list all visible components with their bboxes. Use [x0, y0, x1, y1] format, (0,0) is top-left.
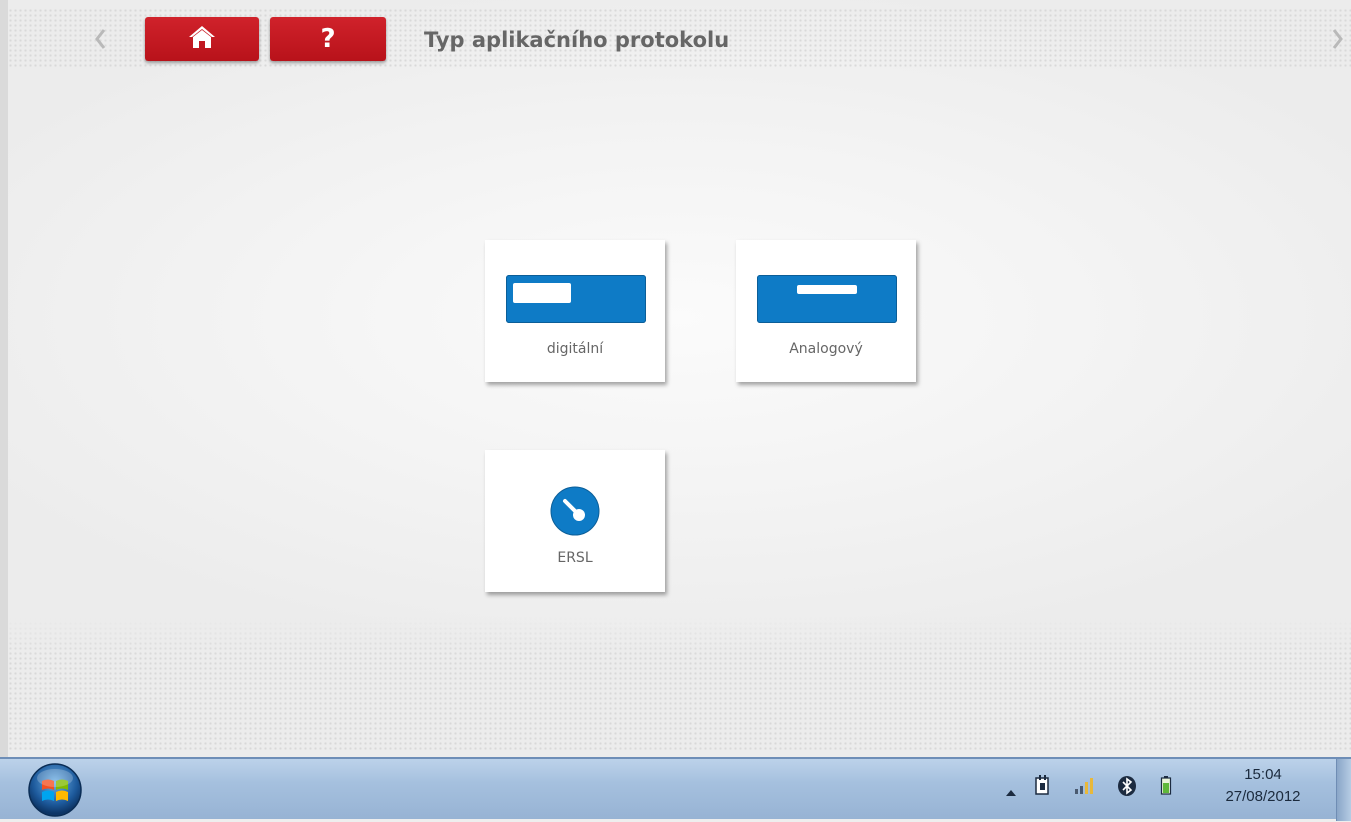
system-clock[interactable]: 15:04 27/08/2012	[1213, 764, 1313, 808]
chevron-left-icon[interactable]	[90, 24, 112, 54]
help-button[interactable]: ?	[270, 17, 386, 61]
show-desktop-button[interactable]	[1336, 759, 1351, 821]
footer-pattern	[8, 616, 1351, 752]
chevron-right-icon[interactable]	[1326, 24, 1348, 54]
tray-expand-icon[interactable]	[1005, 783, 1017, 802]
clock-date: 27/08/2012	[1225, 788, 1301, 805]
signal-icon[interactable]	[1074, 775, 1096, 799]
option-label: digitální	[546, 341, 604, 357]
option-ersl[interactable]: ERSL	[485, 450, 665, 592]
clock-time: 15:04	[1244, 766, 1282, 783]
option-digital[interactable]: digitální	[485, 240, 665, 382]
home-button[interactable]	[145, 17, 259, 61]
option-analog[interactable]: Analogový	[736, 240, 916, 382]
application-window: ? Typ aplikačního protokolu digitální An…	[0, 0, 1351, 757]
option-label: Analogový	[789, 341, 863, 357]
start-button[interactable]	[22, 762, 88, 822]
page-title: Typ aplikačního protokolu	[424, 28, 730, 52]
home-icon	[188, 24, 216, 54]
analog-card-icon	[757, 275, 897, 323]
digital-card-icon	[506, 275, 646, 323]
taskbar: 15:04 27/08/2012	[0, 757, 1351, 822]
option-label: ERSL	[557, 550, 593, 566]
ersl-gauge-icon	[548, 484, 602, 542]
bluetooth-icon[interactable]	[1117, 775, 1137, 801]
battery-icon[interactable]	[1160, 775, 1172, 801]
help-label: ?	[320, 24, 336, 54]
power-plug-icon[interactable]	[1033, 775, 1053, 801]
